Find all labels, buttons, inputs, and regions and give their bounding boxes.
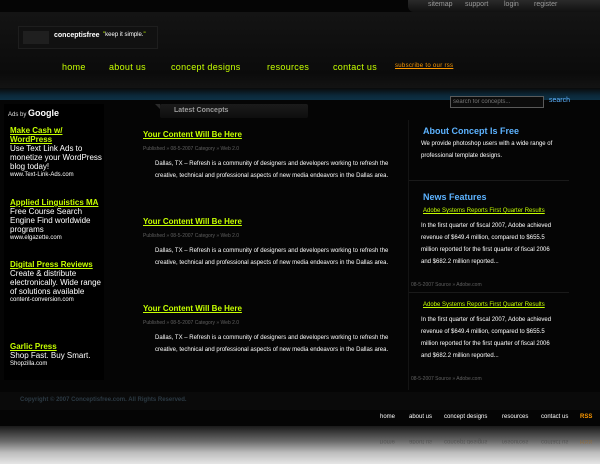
footer-nav-home[interactable]: home xyxy=(380,414,395,420)
footer-nav-contact-us[interactable]: contact us xyxy=(541,414,568,420)
news-link[interactable]: Adobe Systems Reports First Quarter Resu… xyxy=(423,208,545,214)
post-title[interactable]: Your Content Will Be Here xyxy=(143,130,393,139)
right-column: About Concept Is Free We provide photosh… xyxy=(408,120,569,390)
ad-url[interactable]: www.Text-Link-Ads.com xyxy=(10,171,104,179)
divider xyxy=(409,292,569,293)
nav-about-us[interactable]: about us xyxy=(109,62,146,72)
post-body: Dallas, TX – Refresh is a community of d… xyxy=(155,248,389,266)
tab-corner-icon xyxy=(155,104,160,109)
nav-contact-us[interactable]: contact us xyxy=(333,62,377,72)
logo[interactable]: conceptisfree "keep it simple." xyxy=(18,26,158,49)
ad-item: Applied Linguistics MA Free Course Searc… xyxy=(10,198,104,242)
news-title: News Features xyxy=(423,192,487,202)
ad-text: Shop Fast. Buy Smart. xyxy=(10,351,91,360)
news-body: In the first quarter of fiscal 2007, Ado… xyxy=(421,317,552,359)
header: conceptisfree "keep it simple." home abo… xyxy=(0,12,600,100)
page: sitemap support login register conceptis… xyxy=(0,0,600,464)
ad-title[interactable]: Applied Linguistics MA xyxy=(10,198,104,207)
util-link-login[interactable]: login xyxy=(504,1,519,8)
ad-url[interactable]: Shopzilla.com xyxy=(10,360,104,368)
about-text: We provide photoshop users with a wide r… xyxy=(421,141,553,159)
ad-title[interactable]: Garlic Press xyxy=(10,342,104,351)
news-date: 08-5-2007 Source » Adobe.com xyxy=(411,376,482,382)
post: Your Content Will Be Here Published » 08… xyxy=(143,217,393,266)
nav-concept-designs[interactable]: concept designs xyxy=(171,62,241,72)
util-link-sitemap[interactable]: sitemap xyxy=(428,1,453,8)
copyright: Copyright © 2007 Conceptisfree.com. All … xyxy=(20,397,187,403)
search-input[interactable] xyxy=(450,96,544,108)
post-meta: Published » 08-5-2007 Category » Web 2.0 xyxy=(143,146,240,152)
utility-bar: sitemap support login register xyxy=(408,0,600,12)
ads-column: Ads by Google Make Cash w/ WordPress Use… xyxy=(4,104,104,380)
news-body: In the first quarter of fiscal 2007, Ado… xyxy=(421,223,552,265)
util-link-support[interactable]: support xyxy=(465,1,488,8)
footer-nav-resources[interactable]: resources xyxy=(502,414,528,420)
ad-item: Make Cash w/ WordPress Use Text Link Ads… xyxy=(10,126,104,179)
search-button[interactable]: search xyxy=(549,97,570,104)
util-link-register[interactable]: register xyxy=(534,1,557,8)
post-meta: Published » 08-5-2007 Category » Web 2.0 xyxy=(143,233,240,239)
post-title[interactable]: Your Content Will Be Here xyxy=(143,217,393,226)
nav-subscribe-rss[interactable]: subscribe to our rss xyxy=(395,63,453,69)
latest-concepts-heading: Latest Concepts xyxy=(174,107,229,114)
post-meta: Published » 08-5-2007 Category » Web 2.0 xyxy=(143,320,240,326)
post: Your Content Will Be Here Published » 08… xyxy=(143,130,393,179)
ad-item: Garlic Press Shop Fast. Buy Smart. Shopz… xyxy=(10,342,104,368)
post-body: Dallas, TX – Refresh is a community of d… xyxy=(155,335,389,353)
ad-text: Create & distribute electronically. Wide… xyxy=(10,269,102,296)
ads-by-google[interactable]: Ads by Google xyxy=(8,108,59,118)
ad-text: Use Text Link Ads to monetize your WordP… xyxy=(10,144,102,171)
about-title: About Concept Is Free xyxy=(423,126,520,136)
post-body: Dallas, TX – Refresh is a community of d… xyxy=(155,161,389,179)
post: Your Content Will Be Here Published » 08… xyxy=(143,304,393,353)
post-title[interactable]: Your Content Will Be Here xyxy=(143,304,393,313)
ad-item: Digital Press Reviews Create & distribut… xyxy=(10,260,104,304)
footer-reflection-text: home about us concept designs resources … xyxy=(380,438,593,444)
divider xyxy=(409,180,569,181)
footer-reflection xyxy=(0,426,600,464)
logo-name: conceptisfree xyxy=(54,32,100,39)
nav-resources[interactable]: resources xyxy=(267,62,309,72)
footer-nav-about-us[interactable]: about us xyxy=(409,414,432,420)
logo-tagline: "keep it simple." xyxy=(103,32,146,38)
logo-mark-icon xyxy=(23,31,49,44)
ad-text: Free Course Search Engine Find worldwide… xyxy=(10,207,91,234)
ad-url[interactable]: www.elgazette.com xyxy=(10,234,104,242)
footer-rss-link[interactable]: RSS xyxy=(580,414,592,420)
news-link[interactable]: Adobe Systems Reports First Quarter Resu… xyxy=(423,302,545,308)
ad-url[interactable]: content-conversion.com xyxy=(10,296,104,304)
nav-home[interactable]: home xyxy=(62,62,86,72)
latest-concepts-tab: Latest Concepts xyxy=(155,104,308,118)
news-date: 08-5-2007 Source » Adobe.com xyxy=(411,282,482,288)
ad-title[interactable]: Digital Press Reviews xyxy=(10,260,104,269)
ad-title[interactable]: Make Cash w/ WordPress xyxy=(10,126,104,144)
footer-nav-concept-designs[interactable]: concept designs xyxy=(444,414,487,420)
